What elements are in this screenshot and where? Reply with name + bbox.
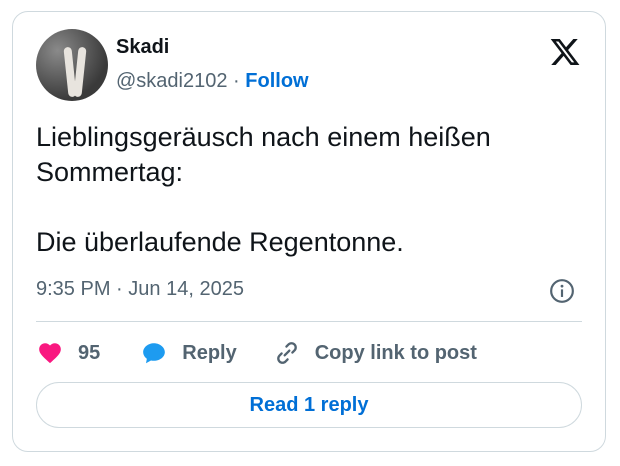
tweet-card: Skadi @skadi2102 · Follow Lieblingsgeräu… [12, 11, 606, 452]
reply-button[interactable]: Reply [140, 340, 237, 366]
link-icon [276, 342, 297, 364]
copy-link-button[interactable]: Copy link to post [273, 339, 477, 367]
follow-button[interactable]: Follow [245, 70, 308, 92]
divider [36, 321, 582, 322]
timestamp-row[interactable]: 9:35 PM · Jun 14, 2025 [36, 278, 244, 301]
like-count: 95 [78, 341, 101, 364]
heart-icon [39, 343, 61, 364]
author-handle[interactable]: @skadi2102 [116, 70, 227, 92]
avatar[interactable] [36, 29, 108, 101]
x-logo-icon[interactable] [549, 36, 581, 68]
handle-separator: · [233, 70, 240, 92]
reply-label: Reply [182, 341, 237, 364]
reply-bubble-icon [143, 343, 166, 364]
action-bar: 95 Reply Copy link to post [36, 338, 477, 368]
author-handle-row: @skadi2102 · Follow [116, 70, 309, 93]
timestamp-separator: · [116, 278, 123, 300]
tweet-date: Jun 14, 2025 [128, 278, 244, 300]
copy-link-label: Copy link to post [314, 341, 477, 364]
read-replies-button[interactable]: Read 1 reply [36, 382, 582, 428]
author-name[interactable]: Skadi [116, 36, 169, 59]
avatar-leg-right [73, 46, 87, 98]
info-icon[interactable] [549, 278, 575, 304]
tweet-time: 9:35 PM [36, 278, 111, 300]
like-button[interactable]: 95 [36, 340, 100, 366]
tweet-text: Lieblingsgeräusch nach einem heißen Somm… [36, 122, 491, 257]
